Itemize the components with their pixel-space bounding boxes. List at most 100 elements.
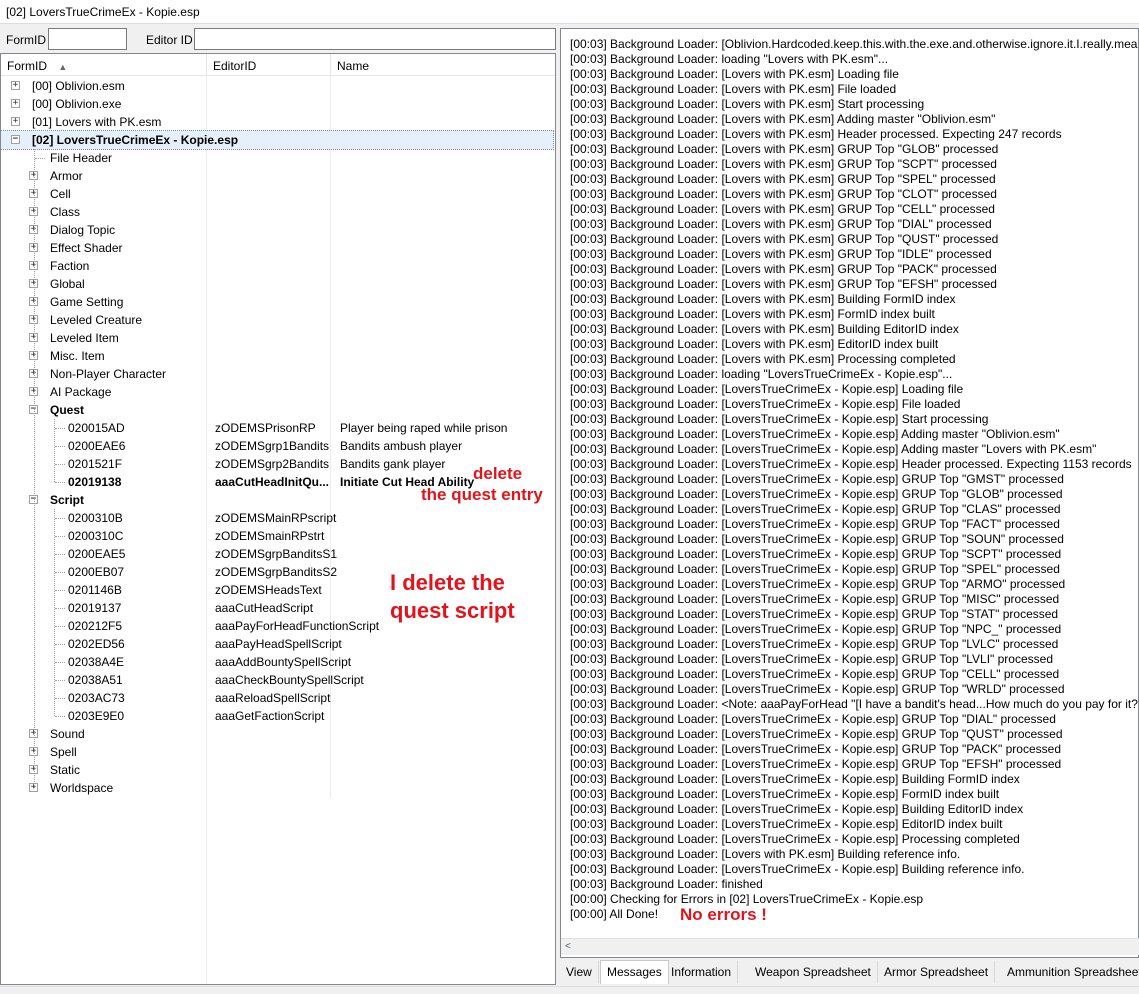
script-record-row[interactable]: 02038A51 aaaCheckBountySpellScript: [1, 671, 553, 689]
scroll-left-icon[interactable]: <: [565, 941, 571, 952]
message-line: [00:03] Background Loader: [LoversTrueCr…: [570, 457, 1132, 471]
formid-cell: 020015AD: [68, 421, 125, 435]
message-line: [00:03] Background Loader: [LoversTrueCr…: [570, 817, 1003, 831]
message-line: [00:00] All Done!: [570, 907, 659, 921]
tab-armor-spreadsheet[interactable]: Armor Spreadsheet: [878, 961, 996, 983]
message-line: [00:03] Background Loader: [LoversTrueCr…: [570, 547, 1062, 561]
message-line: [00:03] Background Loader: [LoversTrueCr…: [570, 397, 961, 411]
column-header-editorid[interactable]: EditorID: [207, 54, 331, 76]
script-record-row[interactable]: 0203E9E0 aaaGetFactionScript: [1, 707, 553, 725]
group-node[interactable]: + Spell: [1, 743, 553, 761]
group-node[interactable]: + Sound: [1, 725, 553, 743]
tab-messages[interactable]: Messages: [600, 960, 669, 984]
formid-filter-input[interactable]: [48, 28, 127, 50]
message-line: [00:03] Background Loader: [LoversTrueCr…: [570, 577, 1066, 591]
script-record-row[interactable]: 0202ED56 aaaPayHeadSpellScript: [1, 635, 553, 653]
message-line: [00:03] Background Loader: [Lovers with …: [570, 127, 1062, 141]
formid-cell: 0200310B: [68, 511, 123, 525]
group-node[interactable]: + Leveled Creature: [1, 311, 553, 329]
expand-icon[interactable]: +: [11, 81, 20, 90]
file-node[interactable]: − [02] LoversTrueCrimeEx - Kopie.esp: [1, 130, 554, 150]
tree-connector: [55, 518, 65, 519]
tab-view[interactable]: View: [560, 961, 599, 983]
group-node[interactable]: + Armor: [1, 167, 553, 185]
message-line: [00:03] Background Loader: [LoversTrueCr…: [570, 607, 1059, 621]
expand-icon[interactable]: +: [11, 99, 20, 108]
script-record-row[interactable]: 0200EAE5 zODEMSgrpBanditsS1: [1, 545, 553, 563]
message-line: [00:03] Background Loader: loading "Love…: [570, 52, 889, 66]
tab-weapon-spreadsheet[interactable]: Weapon Spreadsheet: [749, 961, 878, 983]
messages-log[interactable]: [00:03] Background Loader: [Oblivion.Har…: [560, 28, 1139, 958]
tree-connector: [55, 644, 65, 645]
message-line: [00:03] Background Loader: [Lovers with …: [570, 262, 997, 276]
group-node[interactable]: File Header: [1, 149, 553, 167]
name-cell: Bandits ambush player: [340, 439, 463, 453]
group-node-quest[interactable]: − Quest: [1, 401, 553, 419]
column-header-name[interactable]: Name: [331, 54, 555, 76]
record-tree[interactable]: FormID ▲ EditorID Name + [00] Oblivion.es…: [0, 53, 556, 985]
collapse-icon[interactable]: −: [11, 135, 20, 144]
script-record-row[interactable]: 02038A4E aaaAddBountySpellScript: [1, 653, 553, 671]
group-node[interactable]: + Static: [1, 761, 553, 779]
tree-guide-line: [34, 149, 35, 788]
editorid-cell: aaaPayHeadSpellScript: [215, 637, 342, 651]
annotation-delete: delete: [473, 464, 523, 483]
message-line: [00:03] Background Loader: [Lovers with …: [570, 352, 956, 366]
tree-connector: [55, 554, 65, 555]
message-line: [00:03] Background Loader: [LoversTrueCr…: [570, 502, 1061, 516]
formid-cell: Spell: [50, 745, 77, 759]
formid-cell: AI Package: [50, 385, 112, 399]
tab-ammunition-spreadsheet[interactable]: Ammunition Spreadsheet: [1001, 961, 1139, 983]
message-line: [00:03] Background Loader: [Lovers with …: [570, 847, 961, 861]
editorid-cell: zODEMSmainRPstrt: [215, 529, 325, 543]
group-node[interactable]: + Misc. Item: [1, 347, 553, 365]
message-line: [00:03] Background Loader: [Lovers with …: [570, 202, 995, 216]
quest-record-row[interactable]: 020015AD zODEMSPrisonRP Player being raped…: [1, 419, 553, 437]
column-header-formid[interactable]: FormID ▲: [1, 54, 207, 76]
message-line: [00:03] Background Loader: [Lovers with …: [570, 232, 999, 246]
group-node[interactable]: + Worldspace: [1, 779, 553, 797]
quest-record-row[interactable]: 0201521F zODEMSgrp2Bandits Bandits gank pl…: [1, 455, 553, 473]
message-line: [00:03] Background Loader: [LoversTrueCr…: [570, 622, 1062, 636]
group-node[interactable]: + AI Package: [1, 383, 553, 401]
editorid-cell: aaaCutHeadInitQu...: [215, 475, 330, 489]
group-node[interactable]: + Cell: [1, 185, 553, 203]
formid-cell: [00] Oblivion.exe: [32, 97, 122, 111]
file-node[interactable]: + [01] Lovers with PK.esm: [1, 113, 553, 131]
tree-connector: [55, 626, 65, 627]
group-node[interactable]: + Dialog Topic: [1, 221, 553, 239]
editorid-cell: aaaGetFactionScript: [215, 709, 325, 723]
expand-icon[interactable]: +: [11, 117, 20, 126]
formid-cell: Misc. Item: [50, 349, 105, 363]
formid-cell: 0200310C: [68, 529, 124, 543]
message-line: [00:03] Background Loader: [LoversTrueCr…: [570, 562, 1060, 576]
sort-ascending-icon: ▲: [58, 62, 68, 72]
group-node[interactable]: + Effect Shader: [1, 239, 553, 257]
tree-connector: [55, 482, 65, 483]
script-record-row[interactable]: 0200310B zODEMSMainRPscript: [1, 509, 553, 527]
group-node[interactable]: + Faction: [1, 257, 553, 275]
tab-information[interactable]: Information: [665, 961, 739, 983]
formid-cell: Dialog Topic: [50, 223, 116, 237]
group-node[interactable]: + Non-Player Character: [1, 365, 553, 383]
editorid-cell: zODEMSgrpBanditsS1: [215, 547, 338, 561]
group-node[interactable]: + Class: [1, 203, 553, 221]
quest-record-row[interactable]: 0200EAE6 zODEMSgrp1Bandits Bandits ambush …: [1, 437, 553, 455]
message-line: [00:00] Checking for Errors in [02] Love…: [570, 892, 924, 906]
formid-filter-label: FormID: [6, 33, 46, 47]
filter-bar: FormID Editor ID: [0, 26, 556, 52]
window-title: [02] LoversTrueCrimeEx - Kopie.esp: [0, 0, 1139, 24]
message-line: [00:03] Background Loader: [Lovers with …: [570, 247, 992, 261]
column-header-formid-label: FormID: [7, 59, 47, 73]
editorid-filter-input[interactable]: [194, 28, 556, 50]
message-line: [00:03] Background Loader: [Lovers with …: [570, 322, 959, 336]
file-node[interactable]: + [00] Oblivion.esm: [1, 77, 553, 95]
group-node[interactable]: + Global: [1, 275, 553, 293]
script-record-row[interactable]: 0200310C zODEMSmainRPstrt: [1, 527, 553, 545]
group-node[interactable]: + Leveled Item: [1, 329, 553, 347]
messages-horizontal-scrollbar[interactable]: <: [561, 938, 1139, 955]
script-record-row[interactable]: 0203AC73 aaaReloadSpellScript: [1, 689, 553, 707]
group-node[interactable]: + Game Setting: [1, 293, 553, 311]
file-node[interactable]: + [00] Oblivion.exe: [1, 95, 553, 113]
tree-connector: [55, 608, 65, 609]
